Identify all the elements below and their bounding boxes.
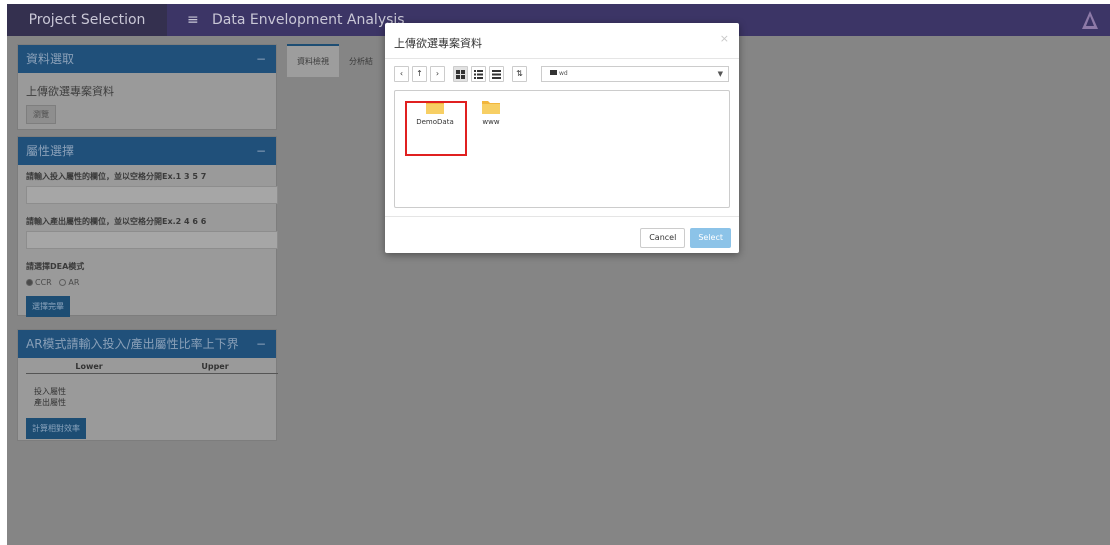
input-attr-field[interactable] xyxy=(26,186,278,204)
file-select-modal: 上傳欲選專案資料 × ‹ ↑ › ⇅ wd ▼ DemoData www Can… xyxy=(385,23,739,253)
hamburger-icon[interactable]: ≡ xyxy=(187,4,199,36)
main-tabs: 資料檢視 分析結 xyxy=(287,44,383,77)
app-title: Data Envelopment Analysis xyxy=(212,12,405,28)
output-attr-field[interactable] xyxy=(26,231,278,249)
folder-name: www xyxy=(482,118,500,126)
collapse-icon[interactable]: − xyxy=(256,330,266,358)
modal-footer: Cancel Select xyxy=(640,228,731,248)
forward-icon[interactable]: › xyxy=(430,66,445,82)
output-attr-label: 請輸入產出屬性的欄位，並以空格分開Ex.2 4 6 6 xyxy=(26,217,207,226)
modal-footer-divider xyxy=(385,216,739,217)
modal-title: 上傳欲選專案資料 xyxy=(394,37,482,50)
radio-ccr-label: CCR xyxy=(35,278,52,287)
close-icon[interactable]: × xyxy=(720,32,729,45)
folder-small-icon xyxy=(550,70,557,75)
list-view-icon[interactable] xyxy=(471,66,486,82)
data-select-box: 資料選取 − 上傳欲選專案資料 瀏覽 xyxy=(17,44,277,130)
collapse-icon[interactable]: − xyxy=(256,45,266,73)
radio-ar[interactable] xyxy=(59,279,67,286)
row-input-attr: 投入屬性 xyxy=(34,387,66,396)
select-button[interactable]: Select xyxy=(690,228,731,248)
input-attr-label: 請輸入投入屬性的欄位，並以空格分開Ex.1 3 5 7 xyxy=(26,172,207,181)
highlight-annotation xyxy=(405,101,467,156)
col-lower: Lower xyxy=(26,360,153,374)
dea-mode-radios: CCR AR xyxy=(26,278,268,287)
file-toolbar: ‹ ↑ › ⇅ xyxy=(394,66,530,84)
select-done-button[interactable]: 選擇完畢 xyxy=(26,296,70,317)
folder-icon xyxy=(482,101,500,114)
ar-bounds-header: AR模式請輸入投入/產出屬性比率上下界 − xyxy=(18,330,276,358)
browse-button[interactable]: 瀏覽 xyxy=(26,105,56,124)
app-logo-icon xyxy=(1082,11,1098,29)
col-upper: Upper xyxy=(152,360,278,374)
caret-down-icon: ▼ xyxy=(717,70,723,78)
upload-label: 上傳欲選專案資料 xyxy=(26,85,114,98)
calc-efficiency-button[interactable]: 計算相對效率 xyxy=(26,418,86,439)
brand-title[interactable]: Project Selection xyxy=(7,4,167,36)
modal-header-divider xyxy=(385,58,739,59)
attribute-select-title: 屬性選擇 xyxy=(26,144,75,158)
detail-view-icon[interactable] xyxy=(489,66,504,82)
sort-icon[interactable]: ⇅ xyxy=(512,66,527,82)
file-pane: DemoData www xyxy=(394,90,730,208)
radio-ar-label: AR xyxy=(68,278,80,287)
up-arrow-icon[interactable]: ↑ xyxy=(412,66,427,82)
ar-bounds-table: Lower Upper xyxy=(26,360,278,374)
dea-mode-label: 請選擇DEA模式 xyxy=(26,262,85,271)
data-select-header: 資料選取 − xyxy=(18,45,276,73)
grid-view-icon[interactable] xyxy=(453,66,468,82)
collapse-icon[interactable]: − xyxy=(256,137,266,165)
row-output-attr: 產出屬性 xyxy=(34,398,66,407)
back-icon[interactable]: ‹ xyxy=(394,66,409,82)
ar-bounds-title: AR模式請輸入投入/產出屬性比率上下界 xyxy=(26,337,239,351)
tab-data-view[interactable]: 資料檢視 xyxy=(287,44,339,77)
path-value: wd xyxy=(559,70,568,77)
ar-bounds-box: AR模式請輸入投入/產出屬性比率上下界 − Lower Upper 投入屬性 產… xyxy=(17,329,278,441)
tab-analysis[interactable]: 分析結 xyxy=(339,46,383,77)
path-dropdown[interactable]: wd ▼ xyxy=(541,66,729,82)
folder-item-www[interactable]: www xyxy=(466,99,516,126)
data-select-title: 資料選取 xyxy=(26,52,75,66)
radio-ccr[interactable] xyxy=(26,279,33,286)
cancel-button[interactable]: Cancel xyxy=(640,228,686,248)
attribute-select-header: 屬性選擇 − xyxy=(18,137,276,165)
attribute-select-box: 屬性選擇 − 請輸入投入屬性的欄位，並以空格分開Ex.1 3 5 7 請輸入產出… xyxy=(17,136,278,317)
